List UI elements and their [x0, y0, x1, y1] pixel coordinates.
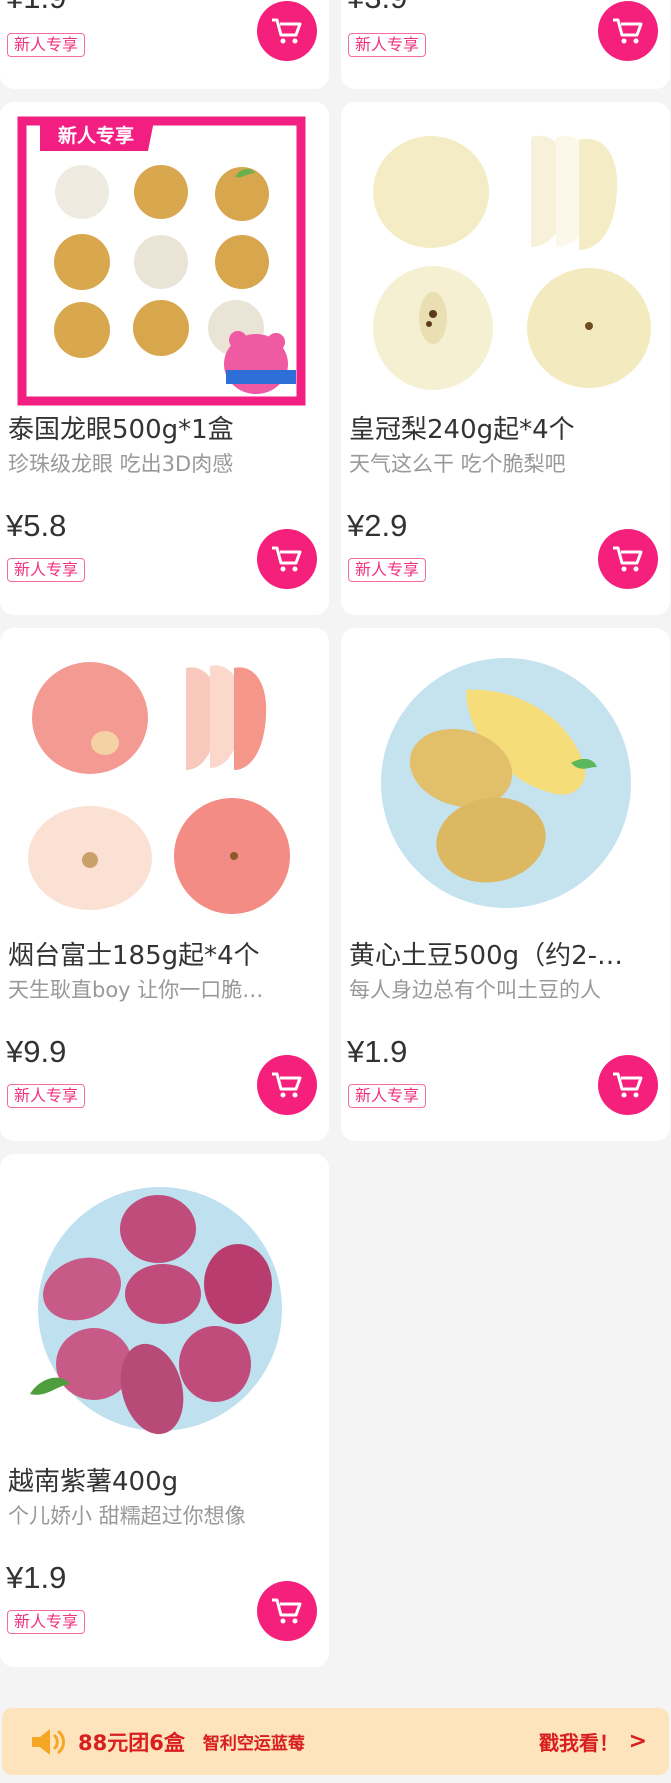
product-price: ¥9.9 [6, 1034, 67, 1069]
add-to-cart-button[interactable] [598, 529, 658, 589]
new-user-badge: 新人专享 [348, 33, 427, 57]
new-user-badge: 新人专享 [7, 558, 86, 582]
product-card[interactable]: 烟台富士185g起*4个 天生耿直boy 让你一口脆… ¥9.9 新人专享 [0, 628, 329, 1141]
new-user-badge: 新人专享 [7, 1610, 86, 1634]
product-name[interactable]: 烟台富士185g起*4个 [8, 938, 321, 974]
product-card[interactable]: 新人专享 泰国龙眼500g*1盒 珍珠级龙眼 吃出3D肉感 ¥5.8 新人专享 [0, 102, 329, 615]
product-price: ¥3.9 [347, 0, 407, 18]
product-image-potato[interactable] [341, 628, 670, 938]
cart-icon [272, 1072, 302, 1098]
add-to-cart-button[interactable] [257, 1055, 317, 1115]
product-card[interactable]: ¥1.9 新人专享 [0, 0, 329, 89]
product-image-longan[interactable]: 新人专享 [0, 102, 329, 412]
product-desc: 天气这么干 吃个脆梨吧 [349, 452, 566, 476]
cart-icon [613, 546, 643, 572]
product-price: ¥2.9 [347, 508, 408, 543]
add-to-cart-button[interactable] [598, 1055, 658, 1115]
image-badge-text: 新人专享 [58, 124, 134, 147]
promo-title: 88元团6盒 [78, 1730, 185, 1755]
product-price: ¥1.9 [347, 1034, 408, 1069]
product-desc: 每人身边总有个叫土豆的人 [349, 978, 601, 1002]
product-desc: 天生耿直boy 让你一口脆… [8, 978, 264, 1002]
product-image-purple-sweet-potato[interactable] [0, 1154, 329, 1464]
promo-banner[interactable]: 88元团6盒 智利空运蓝莓 戳我看！ > [2, 1708, 669, 1775]
product-card[interactable]: ¥3.9 新人专享 [341, 0, 670, 89]
new-user-badge: 新人专享 [348, 1084, 427, 1108]
add-to-cart-button[interactable] [598, 1, 658, 61]
product-card[interactable]: 黄心土豆500g（约2-… 每人身边总有个叫土豆的人 ¥1.9 新人专享 [341, 628, 670, 1141]
promo-subtitle: 智利空运蓝莓 [202, 1734, 305, 1754]
product-name[interactable]: 黄心土豆500g（约2-… [349, 938, 662, 974]
cart-icon [272, 18, 302, 44]
cart-icon [272, 546, 302, 572]
chevron-right-icon[interactable]: > [629, 1729, 647, 1754]
product-desc: 珍珠级龙眼 吃出3D肉感 [8, 452, 234, 476]
product-name[interactable]: 皇冠梨240g起*4个 [349, 412, 662, 448]
product-card[interactable]: 皇冠梨240g起*4个 天气这么干 吃个脆梨吧 ¥2.9 新人专享 [341, 102, 670, 615]
product-price: ¥5.8 [6, 508, 67, 543]
product-card[interactable]: 越南紫薯400g 个儿娇小 甜糯超过你想像 ¥1.9 新人专享 [0, 1154, 329, 1667]
speaker-icon [32, 1728, 65, 1755]
promo-cta[interactable]: 戳我看！ [539, 1727, 619, 1756]
product-price: ¥1.9 [6, 0, 66, 18]
product-image-pear[interactable] [341, 102, 670, 412]
new-user-badge: 新人专享 [348, 558, 427, 582]
new-user-badge: 新人专享 [7, 33, 86, 57]
product-image-apple[interactable] [0, 628, 329, 938]
cart-icon [613, 1072, 643, 1098]
product-desc: 个儿娇小 甜糯超过你想像 [8, 1504, 246, 1528]
cart-icon [272, 1598, 302, 1624]
product-price: ¥1.9 [6, 1560, 67, 1595]
add-to-cart-button[interactable] [257, 1581, 317, 1641]
new-user-badge: 新人专享 [7, 1084, 86, 1108]
cart-icon [613, 18, 643, 44]
add-to-cart-button[interactable] [257, 1, 317, 61]
product-name[interactable]: 泰国龙眼500g*1盒 [8, 412, 321, 448]
product-name[interactable]: 越南紫薯400g [8, 1464, 321, 1500]
add-to-cart-button[interactable] [257, 529, 317, 589]
